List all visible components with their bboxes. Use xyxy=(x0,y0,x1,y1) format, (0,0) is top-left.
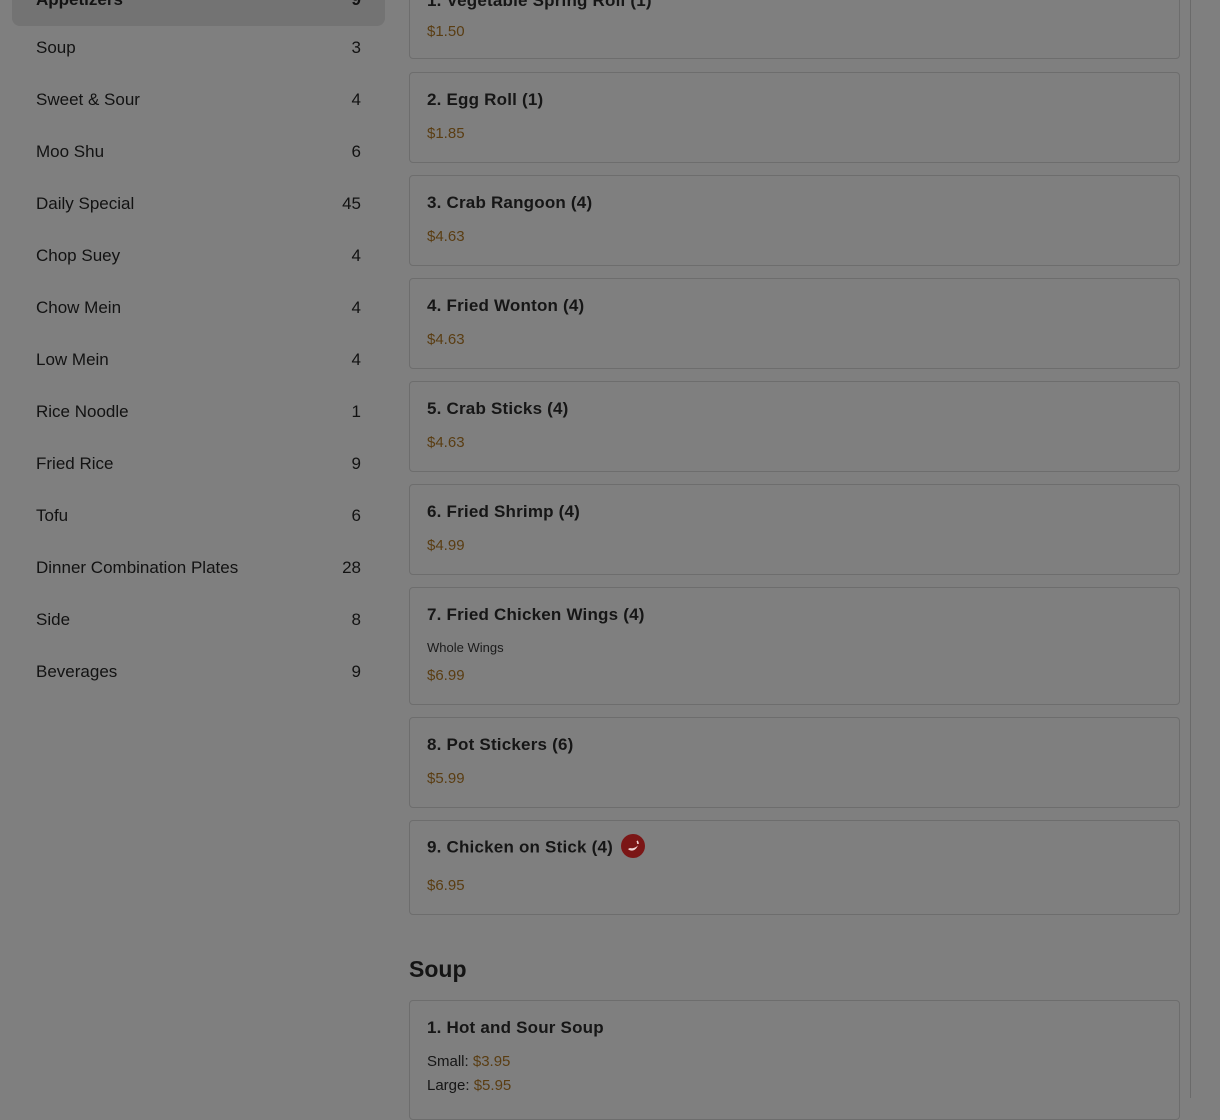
menu-item-name: 1. Vegetable Spring Roll (1) xyxy=(427,0,652,10)
content-divider xyxy=(1190,0,1191,1098)
menu-item-name: 8. Pot Stickers (6) xyxy=(427,735,574,754)
menu-item-card[interactable]: 1. Hot and Sour Soup Small: $3.95 Large:… xyxy=(409,1000,1180,1120)
category-count: 28 xyxy=(342,558,361,577)
menu-item-name: 2. Egg Roll (1) xyxy=(427,90,544,109)
menu-item-name: 5. Crab Sticks (4) xyxy=(427,399,569,418)
menu-item-card[interactable]: 8. Pot Stickers (6) $5.99 xyxy=(409,717,1180,808)
category-label: Moo Shu xyxy=(36,142,105,161)
category-daily-special[interactable]: Daily Special 45 xyxy=(12,178,385,230)
menu-item-name: 1. Hot and Sour Soup xyxy=(427,1018,604,1037)
menu-item-name: 4. Fried Wonton (4) xyxy=(427,296,585,315)
menu-item-description: Whole Wings xyxy=(427,640,504,655)
category-tofu[interactable]: Tofu 6 xyxy=(12,490,385,542)
size-option-large: Large: $5.95 xyxy=(427,1077,511,1094)
category-count: 45 xyxy=(342,194,361,213)
category-count: 8 xyxy=(351,610,361,629)
category-label: Side xyxy=(36,610,71,629)
menu-item-name: 3. Crab Rangoon (4) xyxy=(427,193,593,212)
menu-item-name: 9. Chicken on Stick (4) xyxy=(427,837,613,857)
category-label: Chow Mein xyxy=(36,298,122,317)
size-price: $5.95 xyxy=(473,1077,512,1094)
category-rice-noodle[interactable]: Rice Noodle 1 xyxy=(12,386,385,438)
category-dinner-combination-plates[interactable]: Dinner Combination Plates 28 xyxy=(12,542,385,594)
menu-item-price: $4.63 xyxy=(427,434,465,451)
category-count: 4 xyxy=(351,90,361,109)
category-count: 6 xyxy=(351,142,361,161)
menu-item-card[interactable]: 5. Crab Sticks (4) $4.63 xyxy=(409,381,1180,472)
menu-item-price: $4.99 xyxy=(427,537,465,554)
size-price: $3.95 xyxy=(472,1053,511,1070)
category-soup[interactable]: Soup 3 xyxy=(12,22,385,74)
category-low-mein[interactable]: Low Mein 4 xyxy=(12,334,385,386)
size-label: Large: xyxy=(427,1077,470,1094)
menu-item-price: $4.63 xyxy=(427,228,465,245)
category-count: 3 xyxy=(351,38,361,57)
category-chow-mein[interactable]: Chow Mein 4 xyxy=(12,282,385,334)
size-label: Small: xyxy=(427,1053,469,1070)
category-label: Soup xyxy=(36,38,76,57)
category-count: 9 xyxy=(351,662,361,681)
section-title-soup: Soup xyxy=(409,956,467,982)
category-label: Fried Rice xyxy=(36,454,114,473)
category-label: Daily Special xyxy=(36,194,135,213)
menu-item-card[interactable]: 9. Chicken on Stick (4) $6.95 xyxy=(409,820,1180,915)
menu-item-card[interactable]: 4. Fried Wonton (4) $4.63 xyxy=(409,278,1180,369)
category-chop-suey[interactable]: Chop Suey 4 xyxy=(12,230,385,282)
menu-item-card[interactable]: 3. Crab Rangoon (4) $4.63 xyxy=(409,175,1180,266)
menu-item-price: $1.85 xyxy=(427,125,465,142)
category-label: Appetizers xyxy=(36,0,352,10)
category-label: Low Mein xyxy=(36,350,109,369)
category-moo-shu[interactable]: Moo Shu 6 xyxy=(12,126,385,178)
menu-item-name: 6. Fried Shrimp (4) xyxy=(427,502,581,521)
category-count: 1 xyxy=(351,402,361,421)
category-beverages[interactable]: Beverages 9 xyxy=(12,646,385,698)
category-count: 6 xyxy=(351,506,361,525)
category-sweet-sour[interactable]: Sweet & Sour 4 xyxy=(12,74,385,126)
category-side[interactable]: Side 8 xyxy=(12,594,385,646)
menu-item-price: $5.99 xyxy=(427,770,465,787)
category-fried-rice[interactable]: Fried Rice 9 xyxy=(12,438,385,490)
category-label: Chop Suey xyxy=(36,246,121,265)
menu-item-name-row: 9. Chicken on Stick (4) xyxy=(427,834,645,860)
menu-item-card[interactable]: 2. Egg Roll (1) $1.85 xyxy=(409,72,1180,163)
category-count: 4 xyxy=(351,298,361,317)
menu-item-price: $4.63 xyxy=(427,331,465,348)
menu-item-price: $6.95 xyxy=(427,877,465,894)
menu-item-card[interactable]: 1. Vegetable Spring Roll (1) $1.50 xyxy=(409,0,1180,59)
menu-item-card[interactable]: 7. Fried Chicken Wings (4) Whole Wings $… xyxy=(409,587,1180,705)
category-count: 9 xyxy=(351,454,361,473)
category-label: Tofu xyxy=(36,506,69,525)
menu-item-price: $1.50 xyxy=(427,23,465,40)
category-label: Beverages xyxy=(36,662,118,681)
category-label: Rice Noodle xyxy=(36,402,129,421)
category-count: 4 xyxy=(351,246,361,265)
menu-item-price: $6.99 xyxy=(427,667,465,684)
category-count: 4 xyxy=(351,350,361,369)
category-label: Sweet & Sour xyxy=(36,90,140,109)
category-count: 9 xyxy=(352,0,361,10)
spicy-icon xyxy=(620,834,645,858)
menu-item-name: 7. Fried Chicken Wings (4) xyxy=(427,605,645,624)
menu-item-card[interactable]: 6. Fried Shrimp (4) $4.99 xyxy=(409,484,1180,575)
category-label: Dinner Combination Plates xyxy=(36,558,239,577)
size-option-small: Small: $3.95 xyxy=(427,1053,510,1070)
